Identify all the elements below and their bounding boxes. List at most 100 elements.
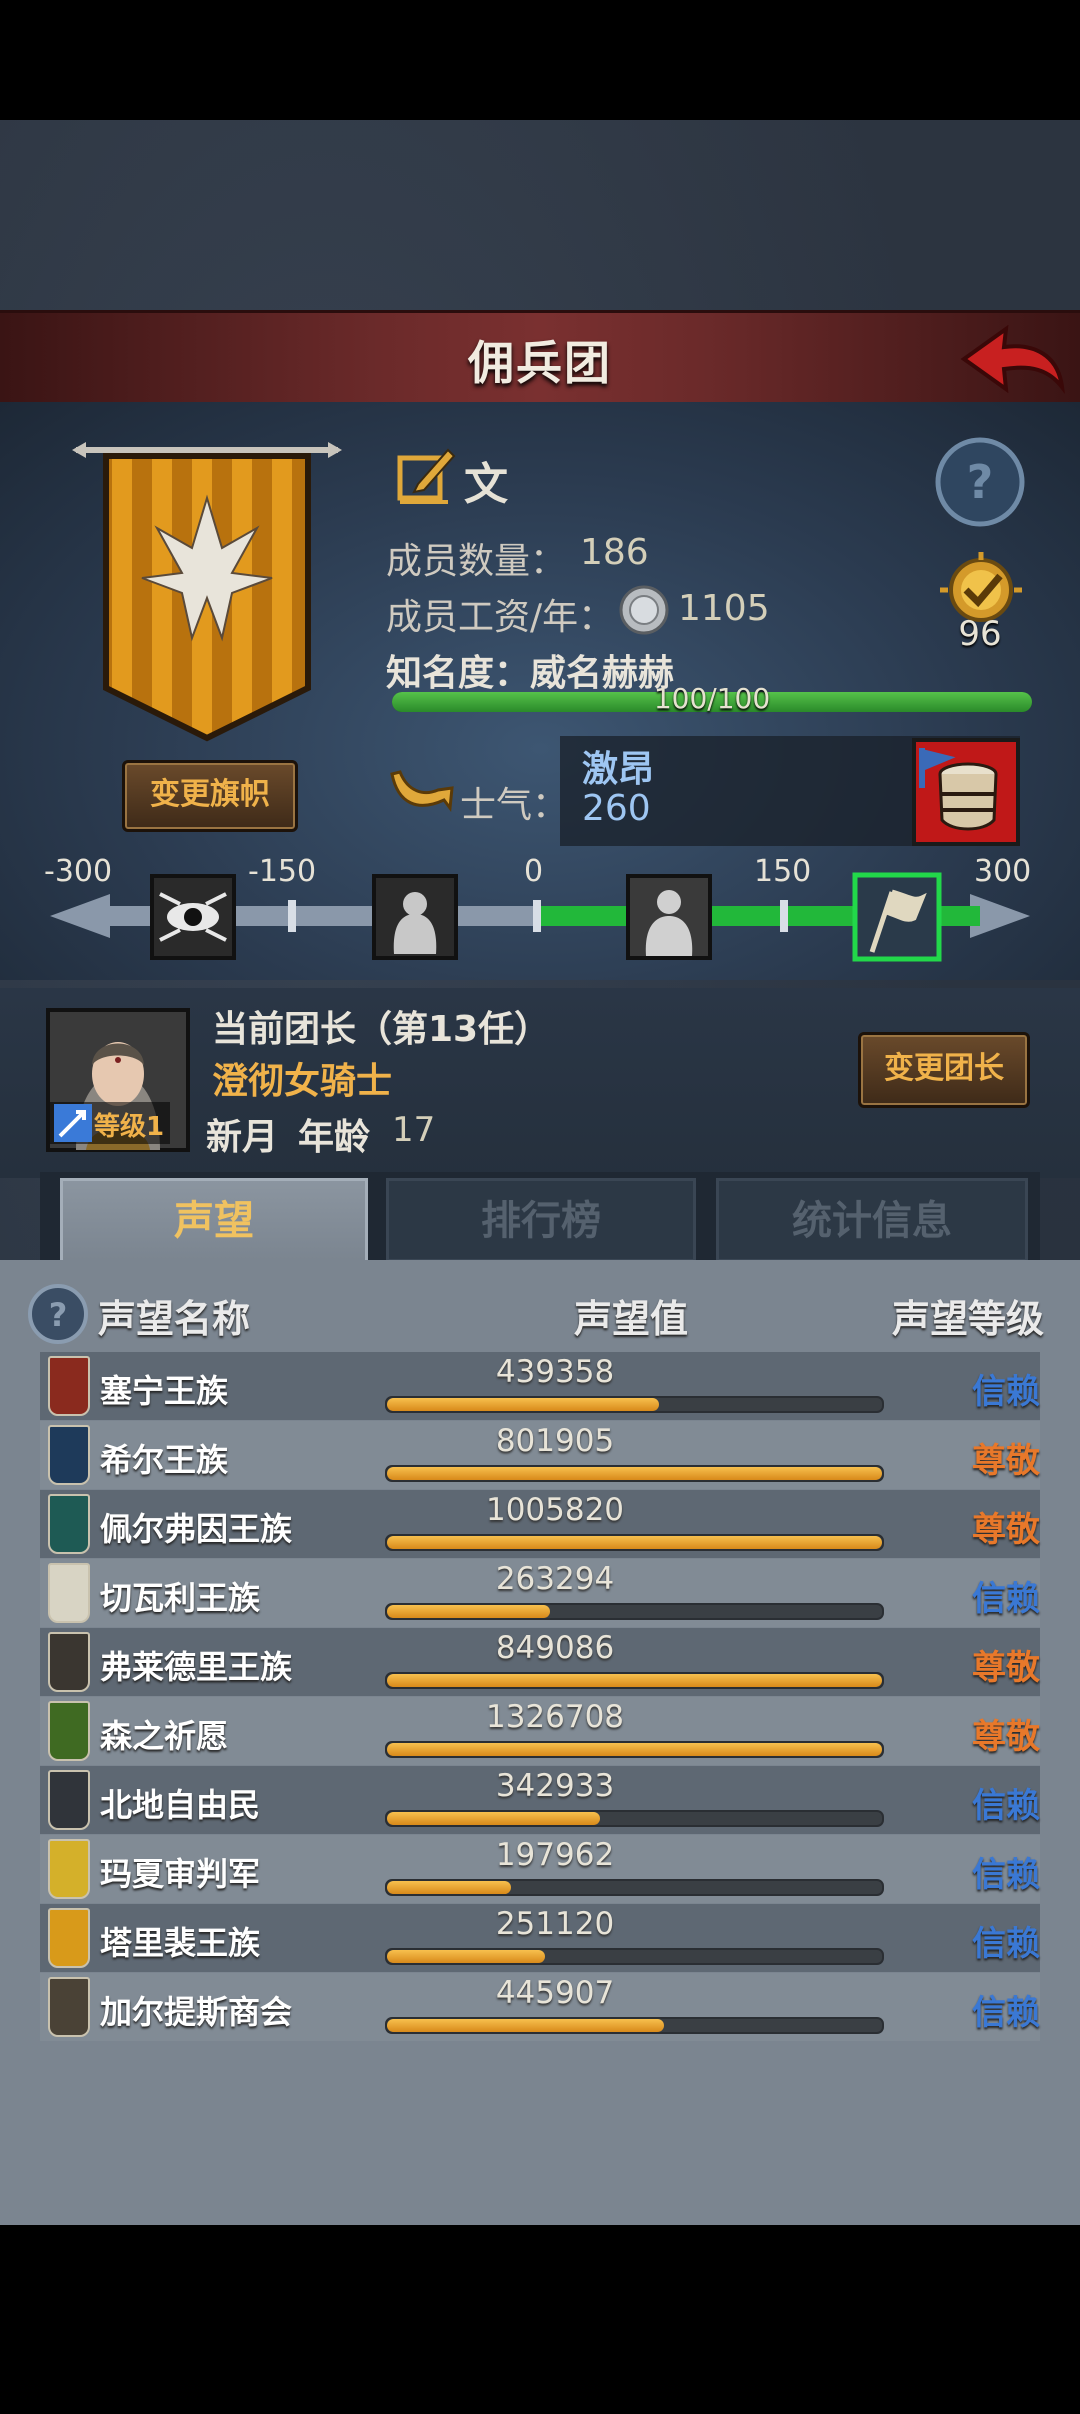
reputation-level: 信赖 [972, 1924, 1040, 1964]
table-row[interactable]: 切瓦利王族 263294 信赖 [40, 1559, 1040, 1627]
scale-tick-label: -300 [44, 854, 113, 889]
horn-icon [390, 770, 454, 812]
faction-name: 加尔提斯商会 [100, 1993, 293, 2031]
reputation-level: 信赖 [972, 1786, 1040, 1826]
header-reputation-level: 声望等级 [892, 1297, 1045, 1341]
leader-class: 澄彻女骑士 [212, 1061, 393, 1102]
faction-crest-icon [48, 1839, 90, 1899]
reputation-bar-fill [387, 1881, 511, 1894]
sword-icon [54, 1104, 92, 1142]
reputation-bar-fill [387, 1743, 882, 1756]
table-row[interactable]: 塔里裴王族 251120 信赖 [40, 1904, 1040, 1972]
faction-name: 北地自由民 [100, 1786, 261, 1824]
help-icon[interactable]: ? [26, 1282, 90, 1346]
change-banner-button[interactable]: 变更旗帜 [122, 760, 298, 832]
morale-icon-calm[interactable] [626, 874, 712, 960]
supply-barrel-icon[interactable] [912, 738, 1020, 846]
svg-text:?: ? [49, 1296, 68, 1334]
salary-value: 1105 [678, 588, 770, 629]
faction-crest-icon [48, 1494, 90, 1554]
reputation-value: 439358 [495, 1354, 615, 1390]
reputation-value: 197962 [495, 1837, 615, 1873]
table-row[interactable]: 希尔王族 801905 尊敬 [40, 1421, 1040, 1489]
faction-name: 森之祈愿 [100, 1717, 229, 1755]
faction-crest-icon [48, 1977, 90, 2037]
table-row[interactable]: 塞宁王族 439358 信赖 [40, 1352, 1040, 1420]
reputation-bar-fill [387, 1467, 882, 1480]
reputation-level: 尊敬 [972, 1648, 1040, 1688]
reputation-bar-fill [387, 2019, 665, 2032]
scale-tick-label: 150 [754, 854, 812, 889]
leader-age: 17 [392, 1110, 436, 1150]
reputation-bar-fill [387, 1536, 882, 1549]
leader-level-badge: 等级1 [50, 1102, 170, 1144]
table-row[interactable]: 佩尔弗因王族 1005820 尊敬 [40, 1490, 1040, 1558]
morale-icon-elated[interactable] [852, 872, 942, 962]
scale-tick-label: -150 [248, 854, 317, 889]
company-name: 文 [464, 459, 508, 510]
page-title: 佣兵团 [468, 336, 612, 390]
leader-age-label: 年龄 [298, 1117, 371, 1158]
svg-text:?: ? [967, 455, 994, 509]
reputation-value: 251120 [495, 1906, 615, 1942]
help-icon[interactable]: ? [934, 436, 1026, 528]
faction-name: 玛夏审判军 [100, 1855, 261, 1893]
back-arrow-icon[interactable] [958, 321, 1066, 399]
reputation-bar-fill [387, 1605, 551, 1618]
reputation-value: 445907 [495, 1975, 615, 2011]
header-reputation-name: 声望名称 [98, 1297, 251, 1341]
morale-icon-despair[interactable] [150, 874, 236, 960]
faction-crest-icon [48, 1356, 90, 1416]
faction-name: 切瓦利王族 [100, 1579, 261, 1617]
fame-progress-text: 100/100 [653, 682, 771, 715]
reputation-value: 263294 [495, 1561, 615, 1597]
faction-name: 佩尔弗因王族 [100, 1510, 293, 1548]
silver-coin-icon [619, 585, 669, 635]
faction-crest-icon [48, 1908, 90, 1968]
morale-value: 260 [582, 788, 651, 829]
company-banner[interactable] [72, 438, 342, 748]
tab-statistics[interactable]: 统计信息 [716, 1178, 1028, 1262]
reputation-level: 信赖 [972, 1372, 1040, 1412]
reputation-bar [385, 1465, 884, 1482]
edit-name-icon[interactable] [396, 444, 458, 506]
table-row[interactable]: 森之祈愿 1326708 尊敬 [40, 1697, 1040, 1765]
reputation-bar [385, 1672, 884, 1689]
tab-reputation[interactable]: 声望 [60, 1178, 368, 1265]
reputation-level: 尊敬 [972, 1510, 1040, 1550]
leader-level: 等级1 [94, 1112, 165, 1142]
tab-leaderboard[interactable]: 排行榜 [386, 1178, 696, 1262]
leader-title: 当前团长（第13任） [212, 1009, 551, 1050]
salary-label: 成员工资/年： [386, 597, 615, 638]
reputation-bar [385, 1741, 884, 1758]
header-reputation-value: 声望值 [574, 1297, 689, 1341]
morale-icon-fear[interactable] [372, 874, 458, 960]
faction-crest-icon [48, 1701, 90, 1761]
member-count: 186 [580, 532, 649, 573]
table-row[interactable]: 玛夏审判军 197962 信赖 [40, 1835, 1040, 1903]
reputation-bar-fill [387, 1674, 882, 1687]
table-row[interactable]: 弗莱德里王族 849086 尊敬 [40, 1628, 1040, 1696]
table-row[interactable]: 加尔提斯商会 445907 信赖 [40, 1973, 1040, 2041]
faction-crest-icon [48, 1563, 90, 1623]
change-banner-label: 变更旗帜 [150, 777, 270, 812]
morale-state: 激昂 [582, 749, 655, 790]
reputation-level: 信赖 [972, 1993, 1040, 2033]
reputation-level: 信赖 [972, 1579, 1040, 1619]
leader-name: 新月 [206, 1117, 279, 1158]
reputation-bar-fill [387, 1812, 600, 1825]
faction-crest-icon [48, 1425, 90, 1485]
reputation-bar [385, 1879, 884, 1896]
reputation-bar-fill [387, 1398, 660, 1411]
reputation-bar [385, 1810, 884, 1827]
faction-name: 弗莱德里王族 [100, 1648, 293, 1686]
rank-badge-value: 96 [958, 614, 1002, 654]
reputation-bar [385, 2017, 884, 2034]
faction-name: 希尔王族 [100, 1441, 229, 1479]
table-row[interactable]: 北地自由民 342933 信赖 [40, 1766, 1040, 1834]
faction-crest-icon [48, 1770, 90, 1830]
reputation-value: 342933 [495, 1768, 615, 1804]
reputation-value: 849086 [495, 1630, 615, 1666]
morale-label: 士气： [460, 785, 569, 826]
change-leader-button[interactable]: 变更团长 [858, 1032, 1030, 1108]
